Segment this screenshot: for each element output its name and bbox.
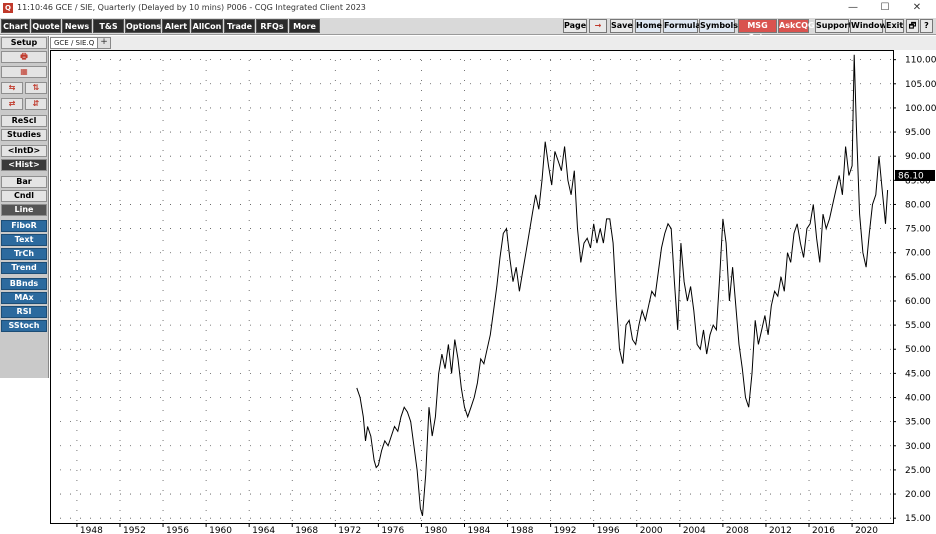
y-tick-label: 110.00: [905, 56, 936, 66]
intraday-button[interactable]: <IntD>: [1, 145, 47, 157]
y-tick-label: 45.00: [905, 369, 931, 379]
x-tick-label: 1956: [166, 526, 189, 534]
add-tab-button[interactable]: +: [97, 37, 111, 49]
last-value-marker: 86.10: [895, 169, 935, 181]
y-tick-label: 50.00: [905, 345, 931, 355]
chart-tab[interactable]: GCE / SIE.Q: [50, 37, 99, 49]
formula-button[interactable]: Formula: [663, 19, 701, 33]
x-tick-label: 1968: [295, 526, 318, 534]
window-menu-button[interactable]: Window: [850, 19, 887, 33]
x-tick-label: 1980: [424, 526, 447, 534]
x-tick-label: 1984: [468, 526, 491, 534]
msg-center-button[interactable]: MSG Cntr: [738, 19, 777, 42]
x-tick-label: 1952: [123, 526, 146, 534]
rescale-button[interactable]: ReScl: [1, 115, 47, 127]
toolbar-quote-button[interactable]: Quote: [31, 19, 61, 33]
page-button[interactable]: Page: [563, 19, 587, 33]
restore-window-icon[interactable]: 🗗: [906, 19, 919, 33]
close-button[interactable]: ✕: [902, 1, 932, 15]
x-tick-label: 1992: [554, 526, 577, 534]
chart-tab-strip: GCE / SIE.Q +: [50, 36, 936, 50]
study-trch-button[interactable]: TrCh: [1, 248, 47, 260]
y-tick-label: 20.00: [905, 490, 931, 500]
exit-button[interactable]: Exit: [885, 19, 904, 33]
study-max-button[interactable]: MAx: [1, 292, 47, 304]
y-tick-label: 55.00: [905, 321, 931, 331]
setup-button[interactable]: Setup: [1, 37, 47, 49]
x-tick-label: 2008: [726, 526, 749, 534]
scroll-right-icon[interactable]: ⇵: [25, 98, 47, 110]
history-button[interactable]: <Hist>: [1, 159, 47, 171]
candle-chart-button[interactable]: Cndl: [1, 190, 47, 202]
askcqg-button[interactable]: AskCQG: [778, 19, 815, 33]
toolbar-allcon-button[interactable]: AllCon: [191, 19, 223, 33]
price-chart[interactable]: 15.00 20.00 25.00 30.00 35.00 40.00 45.00 50.00…: [50, 50, 936, 534]
maximize-button[interactable]: ☐: [870, 1, 900, 15]
window-title-bar: Q 11:10:46 GCE / SIE, Quarterly (Delayed…: [0, 0, 936, 17]
x-tick-label: 1972: [338, 526, 361, 534]
print-icon[interactable]: 🖶: [1, 51, 47, 63]
support-button[interactable]: Support: [815, 19, 852, 33]
y-tick-label: 105.00: [905, 80, 936, 90]
x-tick-label: 2016: [812, 526, 835, 534]
x-tick-label: 2004: [683, 526, 706, 534]
y-tick-label: 25.00: [905, 466, 931, 476]
minimize-button[interactable]: —: [838, 1, 868, 15]
zoom-out-icon[interactable]: ⇅: [25, 82, 47, 94]
x-tick-label: 1960: [209, 526, 232, 534]
x-tick-label: 1996: [597, 526, 620, 534]
study-bbnds-button[interactable]: BBnds: [1, 278, 47, 290]
study-trend-button[interactable]: Trend: [1, 262, 47, 274]
main-toolbar: Chart Quote News T&S Options Alert AllCo…: [0, 18, 936, 42]
x-tick-label: 1988: [511, 526, 534, 534]
line-chart-button[interactable]: Line: [1, 204, 47, 216]
zoom-in-icon[interactable]: ⇆: [1, 82, 23, 94]
study-rsi-button[interactable]: RSI: [1, 306, 47, 318]
y-tick-label: 35.00: [905, 418, 931, 428]
study-sstoch-button[interactable]: SStoch: [1, 320, 47, 332]
y-tick-label: 60.00: [905, 297, 931, 307]
x-tick-label: 2000: [640, 526, 663, 534]
toolbar-chart-button[interactable]: Chart: [1, 19, 30, 33]
x-tick-label: 1948: [80, 526, 103, 534]
study-text-button[interactable]: Text: [1, 234, 47, 246]
toolbar-trade-button[interactable]: Trade: [224, 19, 255, 33]
y-tick-label: 80.00: [905, 200, 931, 210]
y-tick-label: 95.00: [905, 128, 931, 138]
chart-background: [50, 50, 936, 534]
x-tick-label: 1964: [252, 526, 275, 534]
next-page-arrow-icon[interactable]: →: [589, 19, 607, 33]
study-fibor-button[interactable]: FiboR: [1, 220, 47, 232]
x-tick-label: 2020: [855, 526, 878, 534]
toolbar-rfqs-button[interactable]: RFQs: [256, 19, 288, 33]
y-tick-label: 100.00: [905, 104, 936, 114]
y-tick-label: 40.00: [905, 394, 931, 404]
toolbar-news-button[interactable]: News: [62, 19, 92, 33]
save-button[interactable]: Save: [610, 19, 633, 33]
scroll-left-icon[interactable]: ⇄: [1, 98, 23, 110]
y-tick-label: 15.00: [905, 514, 931, 524]
left-chart-panel: Setup 🖶 ▦ ⇆ ⇅ ⇄ ⇵ ReScl Studies <IntD> <…: [0, 36, 49, 378]
bar-chart-button[interactable]: Bar: [1, 176, 47, 188]
window-title: 11:10:46 GCE / SIE, Quarterly (Delayed b…: [17, 3, 366, 12]
x-tick-label: 1976: [381, 526, 404, 534]
y-tick-label: 70.00: [905, 249, 931, 259]
calendar-icon[interactable]: ▦: [1, 66, 47, 78]
y-tick-label: 90.00: [905, 152, 931, 162]
studies-button[interactable]: Studies: [1, 129, 47, 141]
help-icon[interactable]: ?: [920, 19, 933, 33]
y-tick-label: 30.00: [905, 442, 931, 452]
toolbar-alert-button[interactable]: Alert: [162, 19, 190, 33]
y-tick-label: 75.00: [905, 225, 931, 235]
toolbar-more-button[interactable]: More: [289, 19, 320, 33]
cqg-app-icon: Q: [3, 3, 13, 13]
home-button[interactable]: Home: [635, 19, 662, 33]
y-tick-label: 65.00: [905, 273, 931, 283]
x-tick-label: 2012: [769, 526, 792, 534]
toolbar-ts-button[interactable]: T&S: [93, 19, 124, 33]
toolbar-options-button[interactable]: Options: [125, 19, 161, 33]
symbols-button[interactable]: Symbols: [699, 19, 738, 33]
last-value-label: 86.10: [898, 171, 924, 181]
